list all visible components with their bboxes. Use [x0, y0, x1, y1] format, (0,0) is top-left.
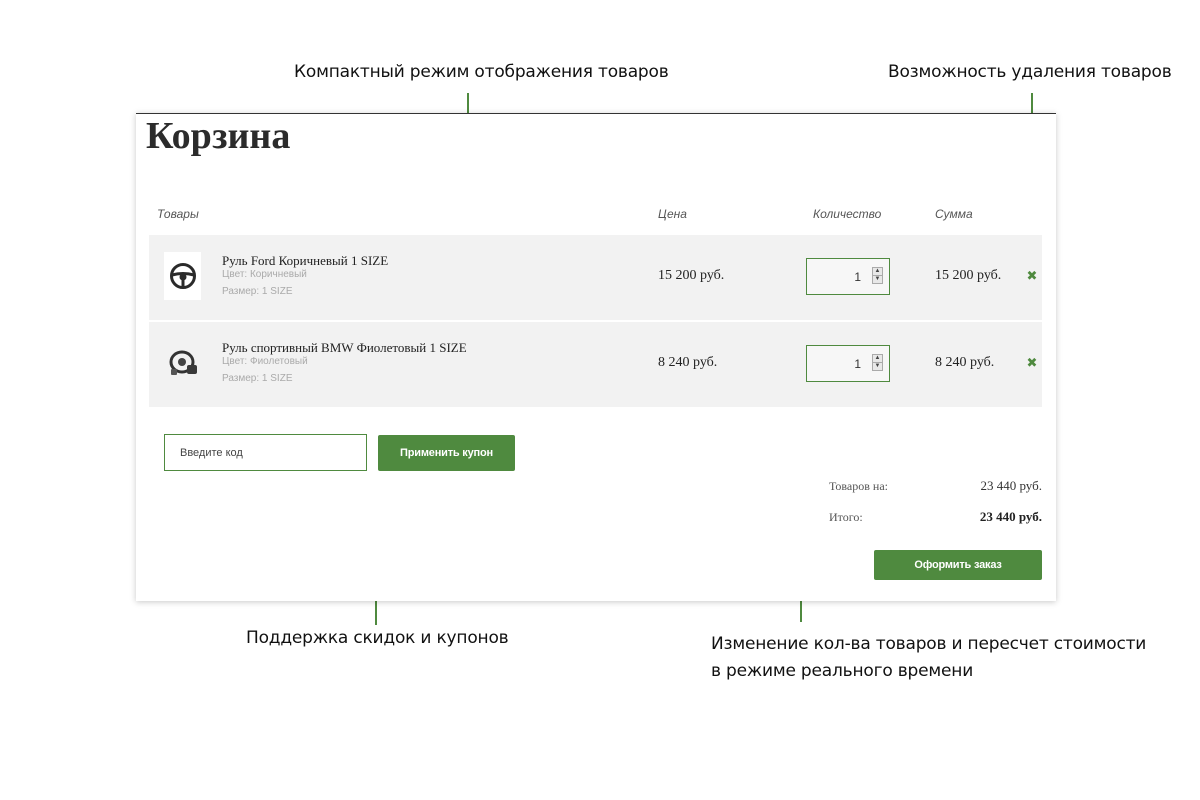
product-name[interactable]: Руль Ford Коричневый 1 SIZE	[222, 253, 388, 269]
annotation-realtime-line2: в режиме реального времени	[711, 661, 974, 681]
product-price: 15 200 руб.	[658, 268, 725, 283]
steering-wheel-icon	[169, 263, 196, 289]
annotation-compact-mode: Компактный режим отображения товаров	[294, 62, 669, 82]
goods-total-label: Товаров на:	[829, 479, 889, 493]
quantity-stepper: ▲ ▼	[806, 345, 890, 382]
product-size: Размер: 1 SIZE	[222, 373, 293, 384]
quantity-spinner: ▲ ▼	[872, 267, 883, 284]
annotation-removal: Возможность удаления товаров	[888, 62, 1172, 82]
product-sum: 15 200 руб.	[935, 268, 1002, 283]
column-header-price: Цена	[658, 207, 687, 221]
cart-panel: Корзина Товары Цена Количество Сумма Рул…	[136, 113, 1056, 601]
quantity-input[interactable]	[811, 267, 861, 287]
goods-total-value: 23 440 руб.	[980, 478, 1042, 493]
quantity-stepper: ▲ ▼	[806, 258, 890, 295]
product-size: Размер: 1 SIZE	[222, 286, 293, 297]
spin-up-icon[interactable]: ▲	[873, 268, 882, 276]
annotation-coupons: Поддержка скидок и купонов	[246, 628, 509, 648]
product-color: Цвет: Фиолетовый	[222, 356, 308, 367]
checkout-button[interactable]: Оформить заказ	[874, 550, 1042, 580]
spin-down-icon[interactable]: ▼	[873, 363, 882, 370]
product-thumbnail[interactable]	[164, 252, 201, 300]
product-price: 8 240 руб.	[658, 355, 718, 370]
product-name[interactable]: Руль спортивный BMW Фиолетовый 1 SIZE	[222, 340, 467, 356]
racing-wheel-icon	[169, 350, 197, 375]
spin-up-icon[interactable]: ▲	[873, 355, 882, 363]
annotation-realtime-line1: Изменение кол-ва товаров и пересчет стои…	[711, 634, 1147, 654]
quantity-input[interactable]	[811, 354, 861, 374]
column-header-sum: Сумма	[935, 207, 973, 221]
cart-row: Руль спортивный BMW Фиолетовый 1 SIZE Цв…	[149, 322, 1042, 407]
product-sum: 8 240 руб.	[935, 355, 995, 370]
column-header-products: Товары	[157, 207, 199, 221]
product-thumbnail[interactable]	[164, 339, 201, 387]
quantity-spinner: ▲ ▼	[872, 354, 883, 371]
coupon-input[interactable]	[164, 434, 367, 471]
remove-item-icon[interactable]: ✖	[1026, 269, 1038, 282]
spin-down-icon[interactable]: ▼	[873, 276, 882, 283]
apply-coupon-button[interactable]: Применить купон	[378, 435, 515, 471]
remove-item-icon[interactable]: ✖	[1026, 356, 1038, 369]
grand-total-label: Итого:	[829, 510, 863, 524]
product-color: Цвет: Коричневый	[222, 269, 307, 280]
grand-total-value: 23 440 руб.	[979, 509, 1042, 524]
page-title: Корзина	[146, 115, 291, 157]
column-header-quantity: Количество	[813, 207, 882, 221]
cart-row: Руль Ford Коричневый 1 SIZE Цвет: Коричн…	[149, 235, 1042, 320]
